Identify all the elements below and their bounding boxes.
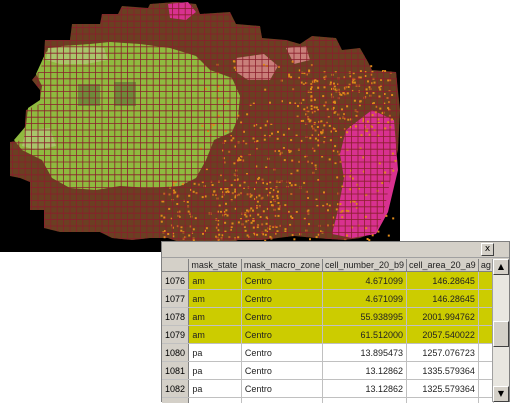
cell-mask-macro-zone[interactable]: Centro — [241, 398, 322, 403]
window-titlebar[interactable]: x — [162, 242, 509, 258]
attribute-grid[interactable]: mask_state mask_macro_zone cell_number_2… — [162, 259, 494, 403]
row-number[interactable]: 1083 — [162, 398, 189, 403]
cell-cell-area[interactable]: 146.28645 — [407, 290, 479, 308]
cell-cell-number[interactable]: 4.671099 — [322, 290, 406, 308]
cell-cell-number[interactable]: 4.671099 — [322, 272, 406, 290]
cell-mask-macro-zone[interactable]: Centro — [241, 344, 322, 362]
column-header-cell-number[interactable]: cell_number_20_b9 — [322, 259, 406, 272]
table-row[interactable]: 1082paCentro13.128621325.579364 — [162, 380, 494, 398]
table-row[interactable]: 1077amCentro4.671099146.28645 — [162, 290, 494, 308]
cell-cell-number[interactable]: 61.512000 — [322, 326, 406, 344]
cell-cell-number[interactable]: 13.12862 — [322, 362, 406, 380]
cell-mask-state[interactable]: pa — [189, 398, 242, 403]
cell-mask-state[interactable]: am — [189, 326, 242, 344]
table-row[interactable]: 1080paCentro13.8954731257.076723 — [162, 344, 494, 362]
cell-mask-macro-zone[interactable]: Centro — [241, 326, 322, 344]
table-row[interactable]: 1083paCentro11.470031217.91002 — [162, 398, 494, 403]
table-row[interactable]: 1081paCentro13.128621335.579364 — [162, 362, 494, 380]
map-canvas[interactable] — [0, 0, 400, 252]
cell-cell-area[interactable]: 2057.540022 — [407, 326, 479, 344]
cell-mask-state[interactable]: pa — [189, 380, 242, 398]
row-number[interactable]: 1077 — [162, 290, 189, 308]
scroll-up-icon[interactable]: ▲ — [493, 259, 509, 275]
map-view[interactable] — [0, 0, 400, 252]
attribute-table-window[interactable]: x mask_state mask_macro_zone cell_number… — [161, 241, 510, 402]
row-number-header[interactable] — [162, 259, 189, 272]
row-number[interactable]: 1082 — [162, 380, 189, 398]
cell-mask-state[interactable]: pa — [189, 362, 242, 380]
row-number[interactable]: 1078 — [162, 308, 189, 326]
cell-mask-macro-zone[interactable]: Centro — [241, 290, 322, 308]
cell-mask-macro-zone[interactable]: Centro — [241, 308, 322, 326]
forest-light-patch — [46, 46, 108, 64]
column-header-cell-area[interactable]: cell_area_20_a9 — [407, 259, 479, 272]
close-icon[interactable]: x — [481, 243, 494, 256]
cell-mask-macro-zone[interactable]: Centro — [241, 272, 322, 290]
table-row[interactable]: 1079amCentro61.5120002057.540022 — [162, 326, 494, 344]
cell-cell-area[interactable]: 1257.076723 — [407, 344, 479, 362]
table-header-row: mask_state mask_macro_zone cell_number_2… — [162, 259, 494, 272]
cell-mask-state[interactable]: am — [189, 290, 242, 308]
cell-mask-state[interactable]: am — [189, 272, 242, 290]
cell-mask-macro-zone[interactable]: Centro — [241, 380, 322, 398]
cell-mask-state[interactable]: am — [189, 308, 242, 326]
cell-cell-area[interactable]: 1325.579364 — [407, 380, 479, 398]
cell-cell-area[interactable]: 2001.994762 — [407, 308, 479, 326]
scroll-down-icon[interactable]: ▼ — [493, 386, 509, 402]
cell-cell-area[interactable]: 1335.579364 — [407, 362, 479, 380]
row-number[interactable]: 1076 — [162, 272, 189, 290]
cell-mask-state[interactable]: pa — [189, 344, 242, 362]
cell-cell-area[interactable]: 146.28645 — [407, 272, 479, 290]
cell-cell-number[interactable]: 55.938995 — [322, 308, 406, 326]
row-number[interactable]: 1081 — [162, 362, 189, 380]
cell-cell-area[interactable]: 1217.91002 — [407, 398, 479, 403]
scroll-thumb[interactable] — [493, 321, 509, 347]
vertical-scrollbar[interactable]: ▲ ▼ — [492, 259, 509, 402]
row-number[interactable]: 1079 — [162, 326, 189, 344]
table-row[interactable]: 1076amCentro4.671099146.28645 — [162, 272, 494, 290]
cell-mask-macro-zone[interactable]: Centro — [241, 362, 322, 380]
column-header-mask-macro-zone[interactable]: mask_macro_zone — [241, 259, 322, 272]
cell-cell-number[interactable]: 13.12862 — [322, 380, 406, 398]
cell-cell-number[interactable]: 13.895473 — [322, 344, 406, 362]
column-header-mask-state[interactable]: mask_state — [189, 259, 242, 272]
table-row[interactable]: 1078amCentro55.9389952001.994762 — [162, 308, 494, 326]
row-number[interactable]: 1080 — [162, 344, 189, 362]
cell-cell-number[interactable]: 11.47003 — [322, 398, 406, 403]
